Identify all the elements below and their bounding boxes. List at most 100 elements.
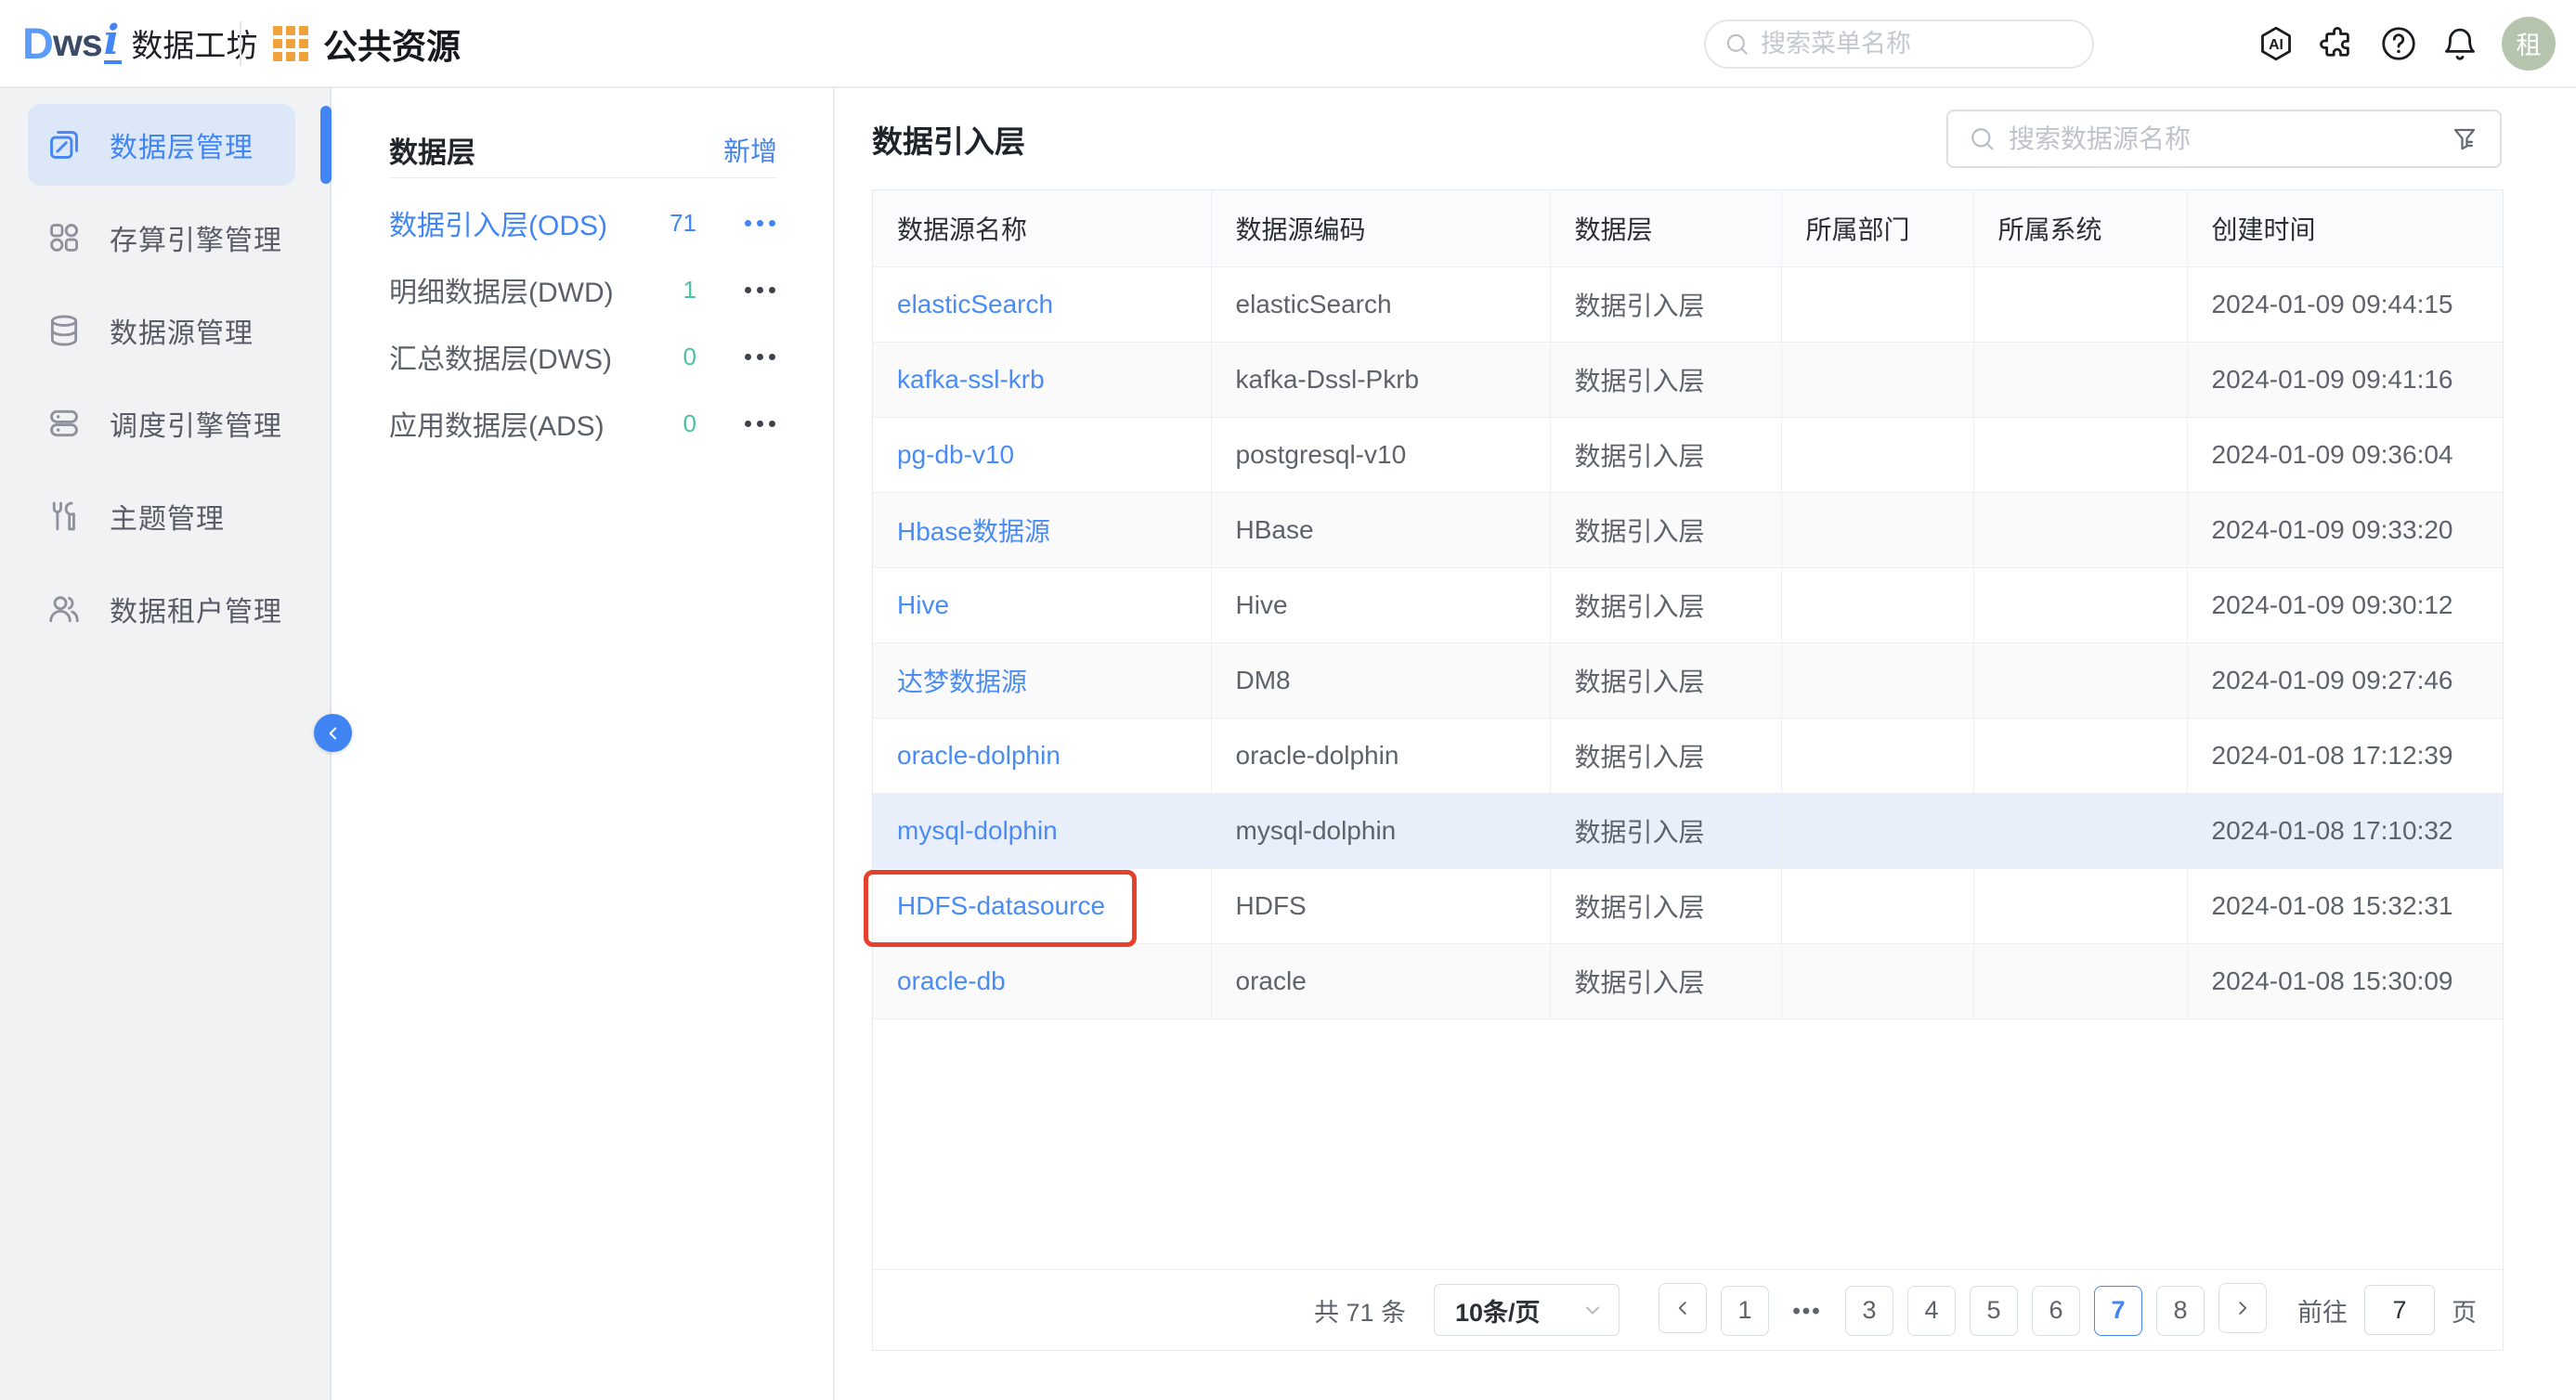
table-row[interactable]: Hbase数据源 HBase 数据引入层 2024-01-09 09:33:20: [873, 492, 2503, 568]
pagination-page-7[interactable]: 7: [2094, 1285, 2142, 1336]
table-row[interactable]: mysql-dolphin mysql-dolphin 数据引入层 2024-01-0…: [873, 793, 2503, 869]
sidebar-item-datasource-mgmt[interactable]: 数据源管理: [0, 284, 330, 377]
table-cell: [1781, 417, 1974, 493]
table-cell: [1781, 868, 1974, 944]
table-row[interactable]: Hive Hive 数据引入层 2024-01-09 09:30:12: [873, 567, 2503, 643]
more-actions-icon[interactable]: [743, 415, 777, 433]
table-cell: Hive: [1211, 567, 1551, 643]
datasource-table-card: 数据源名称 数据源编码 数据层 所属部门 所属系统 创建时间 elasticSearch e…: [872, 189, 2504, 1351]
more-actions-icon[interactable]: [743, 214, 777, 232]
table-row[interactable]: 达梦数据源 DM8 数据引入层 2024-01-09 09:27:46: [873, 642, 2503, 719]
table-header-cell: 所属部门: [1781, 190, 1974, 267]
table-cell: [1973, 342, 2188, 418]
sidebar-item-data-layer-mgmt[interactable]: 数据层管理: [0, 98, 332, 191]
datasource-link[interactable]: pg-db-v10: [897, 440, 1014, 469]
app-grid-icon: [273, 26, 308, 61]
table-cell: HBase: [1211, 492, 1551, 568]
sidebar-item-theme-mgmt[interactable]: 主题管理: [0, 470, 330, 563]
pagination-prev-button[interactable]: [1659, 1283, 1707, 1333]
table-cell: 2024-01-08 15:30:09: [2187, 943, 2503, 1019]
pagination-page-3[interactable]: 3: [1845, 1285, 1893, 1336]
topbar-divider: [240, 21, 241, 66]
page-size-select[interactable]: 10条/页: [1434, 1284, 1620, 1336]
sidebar-item-scheduler-mgmt[interactable]: 调度引擎管理: [0, 377, 330, 470]
pagination-total: 共 71 条: [1313, 1298, 1406, 1327]
table-cell: DM8: [1211, 642, 1551, 719]
help-icon[interactable]: [2377, 22, 2420, 65]
layer-item-dws[interactable]: 汇总数据层(DWS) 0: [389, 323, 777, 390]
pagination-bar: 共 71 条 10条/页 1 ••• 345678 前往 页: [873, 1269, 2503, 1350]
table-cell: [1781, 943, 1974, 1019]
layer-item-label: 应用数据层(ADS): [389, 411, 605, 442]
svg-text:AI: AI: [2269, 36, 2283, 52]
pagination-page-suffix: 页: [2452, 1298, 2477, 1327]
datasource-link[interactable]: mysql-dolphin: [897, 816, 1058, 845]
layer-item-ods[interactable]: 数据引入层(ODS) 71: [389, 189, 777, 256]
datasource-name-cell: mysql-dolphin: [873, 793, 1212, 869]
notification-icon[interactable]: [2439, 22, 2481, 65]
table-cell: oracle-dolphin: [1211, 718, 1551, 794]
table-cell: 2024-01-08 15:32:31: [2187, 868, 2503, 944]
pagination-page-5[interactable]: 5: [1970, 1285, 2018, 1336]
table-cell: 2024-01-09 09:30:12: [2187, 567, 2503, 643]
datasource-search-input[interactable]: [2009, 123, 2437, 154]
table-cell: [1973, 492, 2188, 568]
datasource-search-box[interactable]: [1946, 110, 2502, 168]
table-row[interactable]: kafka-ssl-krb kafka-Dssl-Pkrb 数据引入层 2024-01…: [873, 342, 2503, 418]
table-cell: 数据引入层: [1550, 642, 1782, 719]
table-cell: 数据引入层: [1550, 793, 1782, 869]
sidebar-item-tenant-mgmt[interactable]: 数据租户管理: [0, 563, 330, 655]
table-row[interactable]: oracle-dolphin oracle-dolphin 数据引入层 2024-01…: [873, 718, 2503, 794]
layer-item-count: 1: [683, 275, 696, 304]
table-row[interactable]: elasticSearch elasticSearch 数据引入层 2024-01-0…: [873, 266, 2503, 343]
table-cell: 数据引入层: [1550, 943, 1782, 1019]
table-cell: 2024-01-09 09:27:46: [2187, 642, 2503, 719]
sidebar-item-label: 主题管理: [110, 504, 225, 535]
sidebar-collapse-button[interactable]: [314, 714, 352, 752]
pagination-page-6[interactable]: 6: [2032, 1285, 2080, 1336]
scheduler-icon: [46, 406, 82, 441]
pagination-page-8[interactable]: 8: [2156, 1285, 2205, 1336]
datasource-link[interactable]: Hbase数据源: [897, 517, 1050, 546]
datasource-link[interactable]: elasticSearch: [897, 290, 1053, 318]
active-item-indicator: [320, 106, 332, 184]
sidebar-item-label: 存算引擎管理: [110, 226, 282, 256]
datasource-name-cell: HDFS-datasource: [873, 868, 1212, 944]
datasource-link[interactable]: kafka-ssl-krb: [897, 365, 1045, 394]
layer-item-ads[interactable]: 应用数据层(ADS) 0: [389, 390, 777, 457]
sidebar-item-label: 数据源管理: [110, 318, 254, 349]
user-avatar[interactable]: 租: [2502, 16, 2556, 71]
add-layer-button[interactable]: 新增: [723, 130, 777, 169]
datasource-link[interactable]: oracle-dolphin: [897, 741, 1060, 770]
table-cell: [1973, 718, 2188, 794]
layers-edit-icon: [46, 127, 82, 162]
sidebar-item-storage-engine-mgmt[interactable]: 存算引擎管理: [0, 191, 330, 284]
pagination-page-4[interactable]: 4: [1907, 1285, 1956, 1336]
plugin-icon[interactable]: [2316, 22, 2359, 65]
layer-item-label: 数据引入层(ODS): [389, 211, 607, 241]
current-app-title: 公共资源: [323, 27, 461, 66]
pagination-page-1[interactable]: 1: [1721, 1285, 1769, 1336]
layer-item-dwd[interactable]: 明细数据层(DWD) 1: [389, 256, 777, 323]
more-actions-icon[interactable]: [743, 348, 777, 366]
more-actions-icon[interactable]: [743, 281, 777, 299]
pagination-ellipsis[interactable]: •••: [1783, 1287, 1831, 1337]
table-cell: [1781, 492, 1974, 568]
filter-funnel-icon[interactable]: [2450, 124, 2479, 154]
datasource-link[interactable]: HDFS-datasource: [897, 891, 1105, 920]
ai-assistant-icon[interactable]: AI: [2255, 22, 2297, 65]
pagination-goto-input[interactable]: [2364, 1285, 2435, 1335]
pagination-next-button[interactable]: [2218, 1283, 2267, 1333]
pagination-pages: 1 ••• 3 4 5 6 7 8: [1659, 1283, 2281, 1337]
table-cell: 数据引入层: [1550, 417, 1782, 493]
menu-search-box[interactable]: [1704, 19, 2094, 69]
table-row[interactable]: pg-db-v10 postgresql-v10 数据引入层 2024-01-09 0…: [873, 417, 2503, 493]
table-row[interactable]: oracle-db oracle 数据引入层 2024-01-08 15:30:09: [873, 943, 2503, 1019]
datasource-link[interactable]: 达梦数据源: [897, 668, 1027, 696]
database-icon: [46, 313, 82, 348]
sidebar-item-label: 调度引擎管理: [110, 411, 282, 442]
table-row[interactable]: HDFS-datasource HDFS 数据引入层 2024-01-08 15:32…: [873, 868, 2503, 944]
menu-search-input[interactable]: [1761, 30, 2074, 58]
datasource-link[interactable]: oracle-db: [897, 966, 1006, 995]
datasource-link[interactable]: Hive: [897, 590, 949, 619]
